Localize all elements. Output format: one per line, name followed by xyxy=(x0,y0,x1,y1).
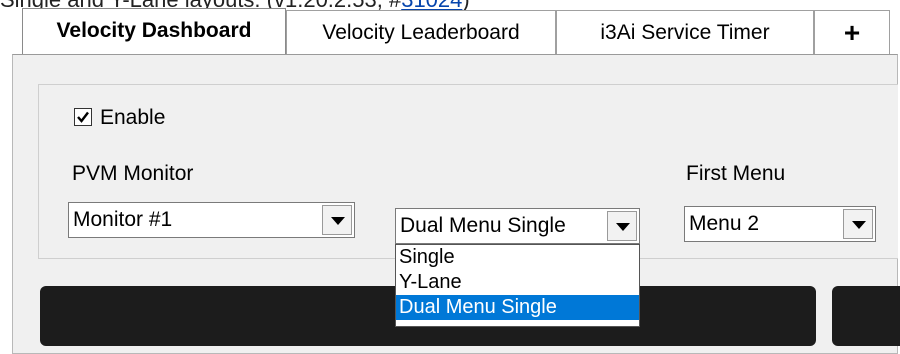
first-menu-dropdown[interactable]: Menu 2 xyxy=(684,206,876,242)
preview-card-secondary xyxy=(832,286,900,346)
chevron-down-icon[interactable] xyxy=(843,209,873,239)
tab-label: Velocity Leaderboard xyxy=(322,21,520,44)
tab-label: Velocity Dashboard xyxy=(56,19,252,42)
tab-velocity-leaderboard[interactable]: Velocity Leaderboard xyxy=(286,10,556,54)
enable-label: Enable xyxy=(100,106,166,129)
tab-label: i3Ai Service Timer xyxy=(600,21,770,44)
add-tab-button[interactable]: + xyxy=(814,10,890,54)
plus-icon: + xyxy=(843,17,861,48)
chevron-down-icon[interactable] xyxy=(607,211,637,241)
layout-dropdown-list[interactable]: Single Y-Lane Dual Menu Single xyxy=(395,244,640,327)
pvm-monitor-label: PVM Monitor xyxy=(72,162,194,185)
chevron-down-icon[interactable] xyxy=(322,205,352,235)
list-item-dual-menu-single[interactable]: Dual Menu Single xyxy=(396,295,639,320)
pvm-monitor-dropdown[interactable]: Monitor #1 xyxy=(68,202,355,238)
checkmark-icon xyxy=(77,111,89,123)
dropdown-value: Dual Menu Single xyxy=(400,214,566,237)
enable-checkbox[interactable] xyxy=(74,108,92,126)
dropdown-value: Menu 2 xyxy=(689,212,760,235)
layout-dropdown[interactable]: Dual Menu Single xyxy=(395,208,640,244)
list-item-y-lane[interactable]: Y-Lane xyxy=(396,270,639,295)
list-item-single[interactable]: Single xyxy=(396,245,639,270)
tab-velocity-dashboard[interactable]: Velocity Dashboard xyxy=(22,8,286,54)
first-menu-label: First Menu xyxy=(686,162,786,185)
tab-i3ai-service-timer[interactable]: i3Ai Service Timer xyxy=(556,10,814,54)
dropdown-value: Monitor #1 xyxy=(73,208,173,231)
